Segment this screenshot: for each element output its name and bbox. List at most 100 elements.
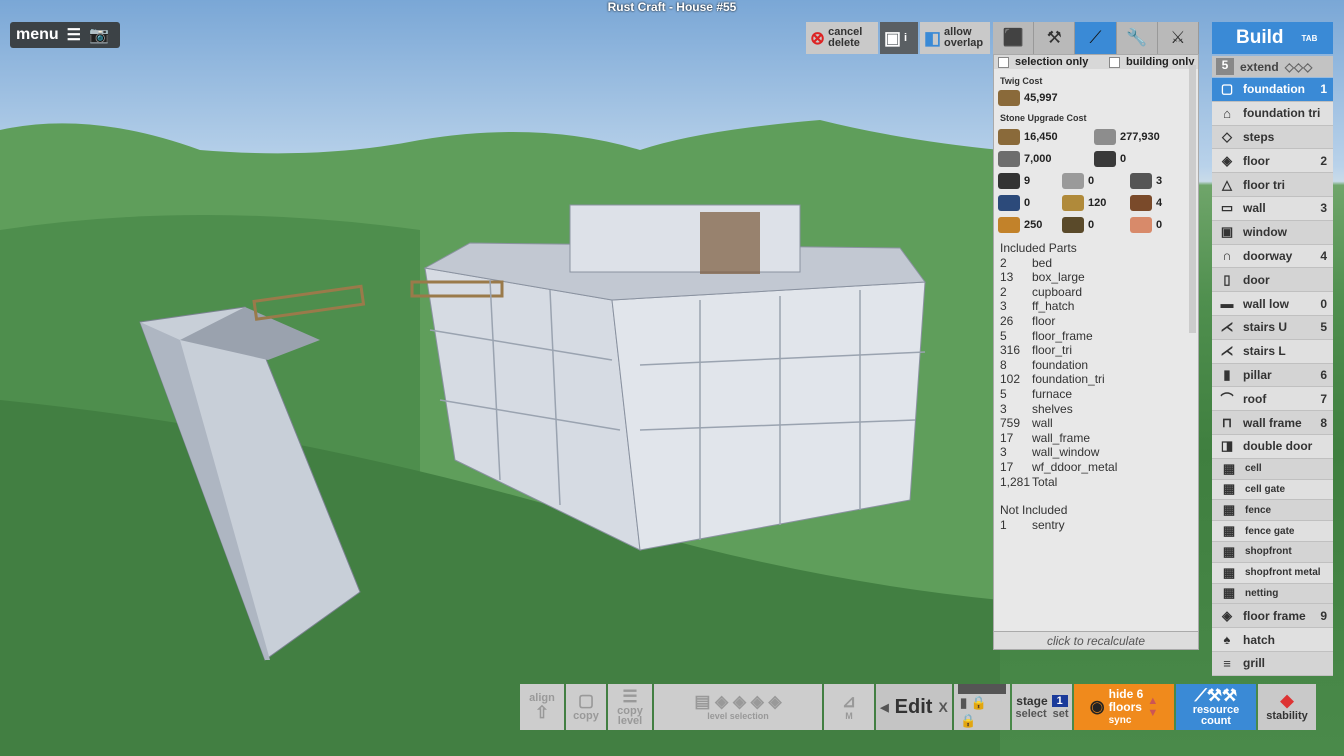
align-button[interactable]: align ⇧ <box>520 684 564 730</box>
top-toolbar: ⊗ cancel delete ▣ i ◧ allow overlap <box>806 22 990 54</box>
part-name: foundation_tri <box>1032 372 1105 387</box>
wand-icon: ⟋ <box>1089 28 1102 47</box>
build-item[interactable]: ▦ cell <box>1212 458 1333 480</box>
build-item[interactable]: ▦ fence <box>1212 500 1333 522</box>
build-item-icon: ▭ <box>1220 200 1234 216</box>
build-item-label: pillar <box>1243 367 1272 382</box>
build-item-icon: ⌂ <box>1223 105 1231 121</box>
allow-overlap-button[interactable]: ◧ allow overlap <box>920 22 990 54</box>
build-item[interactable]: △ floor tri <box>1212 173 1333 197</box>
tab-wrench[interactable]: 🔧 <box>1116 22 1158 54</box>
build-item[interactable]: ◈ floor frame 9 <box>1212 604 1333 629</box>
build-item[interactable]: ▦ fence gate <box>1212 521 1333 542</box>
build-item[interactable]: ▦ cell gate <box>1212 479 1333 501</box>
floor-arrows-icon[interactable]: ▲ ▼ <box>1147 695 1158 719</box>
info-toggle[interactable]: ▣ i <box>880 22 918 54</box>
build-item[interactable]: ⋌ stairs U 5 <box>1212 315 1333 340</box>
build-item-icon: ⋌ <box>1220 319 1234 335</box>
cancel-icon: ⊗ <box>810 27 826 48</box>
edit-button[interactable]: ◀ Edit X <box>876 684 952 730</box>
menu-button[interactable]: menu ☰ 📷 <box>10 22 120 48</box>
included-parts: Included Parts 2 bed 13 box_large 2 cupboard 3… <box>994 233 1198 540</box>
resource-icon <box>1062 195 1084 211</box>
part-row: 2 bed <box>1000 256 1192 271</box>
resource-icon <box>998 129 1020 145</box>
resource-icon <box>1130 217 1152 233</box>
lock-tools[interactable]: ▮ 🔒 🔒 <box>954 684 1010 730</box>
stability-button[interactable]: ◆ stability <box>1258 684 1316 730</box>
hide-floors-button[interactable]: ◉ hide 6 floors sync ▲ ▼ <box>1074 684 1174 730</box>
tab-tool[interactable]: ⚔ <box>1157 22 1200 54</box>
build-item[interactable]: ◇ steps <box>1212 125 1333 150</box>
build-item-icon: ⊓ <box>1221 414 1233 430</box>
build-item[interactable]: ◨ double door <box>1212 434 1333 459</box>
selection-only-checkbox[interactable] <box>998 56 1009 68</box>
build-item[interactable]: ▦ shopfront metal <box>1212 562 1333 584</box>
build-item[interactable]: ▦ shopfront <box>1212 541 1333 563</box>
build-item[interactable]: ◈ floor 2 <box>1212 149 1333 174</box>
stage-select-button[interactable]: select <box>1015 708 1046 720</box>
build-item[interactable]: ⋌ stairs L <box>1212 339 1333 364</box>
measure-button[interactable]: ⊿ M <box>824 684 874 730</box>
cost-item: 0 <box>998 195 1062 211</box>
level-selection[interactable]: ▤ ◈ ◈ ◈ ◈ level selection <box>654 684 822 730</box>
build-item[interactable]: ▦ netting <box>1212 583 1333 605</box>
hide-label: hide <box>1108 686 1134 701</box>
grid-icon: ▦ <box>1222 523 1236 539</box>
part-row: 316 floor_tri <box>1000 343 1192 358</box>
building-only-checkbox[interactable] <box>1109 56 1120 68</box>
cost-item: 277,930 <box>1094 129 1192 145</box>
build-item-label: cell gate <box>1245 483 1286 495</box>
tab-cost[interactable]: ⟋ <box>1075 22 1117 54</box>
resource-icon <box>1094 129 1116 145</box>
stage-set-button[interactable]: set <box>1053 708 1069 720</box>
part-row: 3 wall_window <box>1000 445 1192 460</box>
stage-control[interactable]: stage 1 select set <box>1012 684 1072 730</box>
recalculate-button[interactable]: click to recalculate <box>994 631 1198 649</box>
build-item-icon: ♠ <box>1223 632 1231 648</box>
part-name: sentry <box>1032 517 1065 532</box>
tab-blueprint[interactable]: ⬛ <box>993 22 1035 54</box>
stability-icon: ◆ <box>1280 691 1294 710</box>
cancel-delete-button[interactable]: ⊗ cancel delete <box>806 22 878 54</box>
build-item[interactable]: ⌂ foundation tri <box>1212 101 1333 126</box>
extend-row[interactable]: 5 extend ◇◇◇ <box>1212 56 1333 77</box>
build-item[interactable]: ▭ wall 3 <box>1212 196 1333 221</box>
build-item[interactable]: ▣ window <box>1212 220 1333 245</box>
build-item[interactable]: ≡ grill <box>1212 651 1333 676</box>
copy-label: copy <box>573 710 599 722</box>
tab-hammer[interactable]: ⚒ <box>1034 22 1076 54</box>
build-item[interactable]: ♠ hatch <box>1212 628 1333 652</box>
part-count: 1 <box>1000 517 1007 532</box>
part-name: wall <box>1032 416 1053 431</box>
build-item[interactable]: ∩ doorway 4 <box>1212 244 1333 269</box>
part-count: 5 <box>1000 386 1007 401</box>
grid-icon: ▦ <box>1222 564 1236 580</box>
build-item-key: 8 <box>1320 415 1327 430</box>
build-item[interactable]: ⊓ wall frame 8 <box>1212 411 1333 435</box>
tab-key-hint: TAB <box>1301 33 1318 43</box>
overlap-icon: ◧ <box>924 27 942 48</box>
camera-icon[interactable]: 📷 <box>89 25 109 45</box>
not-included-header: Not Included <box>1000 503 1068 518</box>
part-row: 1 sentry <box>1000 518 1192 533</box>
copy-level-icon: ☰ <box>622 687 638 706</box>
build-item[interactable]: ⌒ roof 7 <box>1212 387 1333 412</box>
build-item-label: foundation tri <box>1243 106 1321 121</box>
build-header[interactable]: Build TAB <box>1212 22 1333 54</box>
resource-icon <box>998 151 1020 167</box>
build-item[interactable]: ▬ wall low 0 <box>1212 292 1333 316</box>
part-count: 2 <box>1000 255 1007 270</box>
resource-icon <box>1130 195 1152 211</box>
copy-button[interactable]: ▢ copy <box>566 684 606 730</box>
cost-value: 0 <box>1156 219 1163 231</box>
build-item[interactable]: ▮ pillar 6 <box>1212 363 1333 388</box>
scrollbar[interactable] <box>1189 65 1196 333</box>
part-count: 17 <box>1000 430 1014 445</box>
copy-level-button[interactable]: ☰ copy level <box>608 684 652 730</box>
build-item[interactable]: ▢ foundation 1 <box>1212 78 1333 102</box>
measure-label: M <box>845 711 853 721</box>
build-item[interactable]: ▯ door <box>1212 268 1333 293</box>
copy-level-label-2: level <box>617 715 643 727</box>
resource-count-button[interactable]: ⟋⚒⚒ resource count <box>1176 684 1256 730</box>
